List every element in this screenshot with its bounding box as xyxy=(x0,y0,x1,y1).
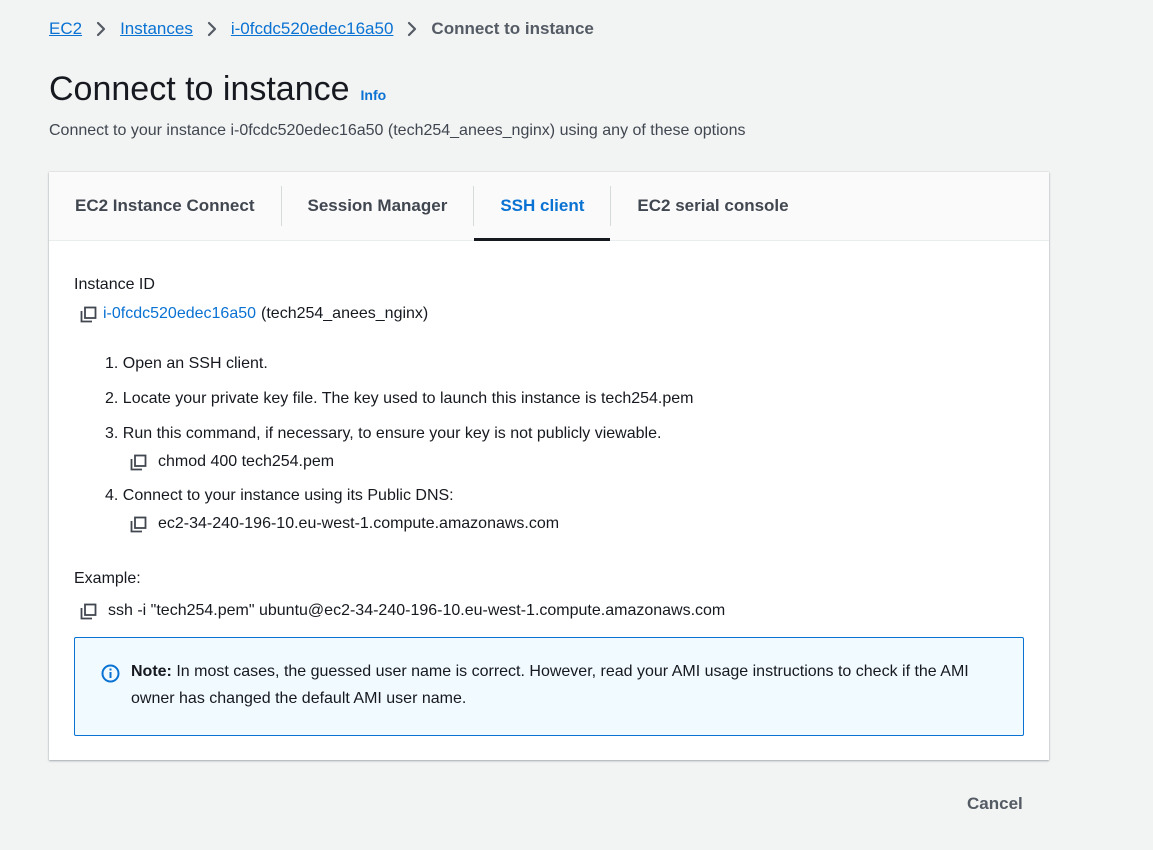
public-dns-row: ec2-34-240-196-10.eu-west-1.compute.amaz… xyxy=(130,515,559,533)
note-text: In most cases, the guessed user name is … xyxy=(131,663,969,707)
tab-ec2-instance-connect[interactable]: EC2 Instance Connect xyxy=(49,172,281,240)
info-circle-icon xyxy=(101,664,120,683)
step-1: 1. Open an SSH client. xyxy=(105,355,268,372)
page-subtitle: Connect to your instance i-0fcdc520edec1… xyxy=(49,122,746,139)
public-dns: ec2-34-240-196-10.eu-west-1.compute.amaz… xyxy=(158,515,560,532)
tab-ssh-client[interactable]: SSH client xyxy=(474,172,611,241)
breadcrumb-ec2[interactable]: EC2 xyxy=(49,19,82,39)
copy-icon[interactable] xyxy=(130,516,147,533)
chmod-command-row: chmod 400 tech254.pem xyxy=(130,453,334,471)
page-title: Connect to instance xyxy=(49,70,350,108)
chmod-command: chmod 400 tech254.pem xyxy=(158,453,335,470)
chevron-right-icon xyxy=(407,21,417,37)
instance-id-label: Instance ID xyxy=(74,276,155,293)
note-bold-label: Note: xyxy=(131,663,172,680)
breadcrumb-instances[interactable]: Instances xyxy=(120,19,193,39)
note-alert: Note: In most cases, the guessed user na… xyxy=(74,637,1024,736)
copy-icon[interactable] xyxy=(130,454,147,471)
step-4: 4. Connect to your instance using its Pu… xyxy=(105,487,454,504)
info-link[interactable]: Info xyxy=(361,87,387,103)
copy-icon[interactable] xyxy=(80,603,97,620)
cancel-button[interactable]: Cancel xyxy=(967,794,1023,814)
example-label: Example: xyxy=(74,570,141,587)
tab-list: EC2 Instance Connect Session Manager SSH… xyxy=(49,172,1049,241)
breadcrumb-current: Connect to instance xyxy=(431,19,594,38)
copy-icon[interactable] xyxy=(80,306,97,323)
instance-id-row: i-0fcdc520edec16a50 (tech254_anees_nginx… xyxy=(80,305,428,323)
chevron-right-icon xyxy=(207,21,217,37)
breadcrumb: EC2 Instances i-0fcdc520edec16a50 Connec… xyxy=(49,18,594,40)
page-header: Connect to instance Info xyxy=(49,70,386,109)
instance-id-link[interactable]: i-0fcdc520edec16a50 xyxy=(103,305,256,323)
tab-session-manager[interactable]: Session Manager xyxy=(282,172,474,240)
step-3: 3. Run this command, if necessary, to en… xyxy=(105,425,662,442)
step-2: 2. Locate your private key file. The key… xyxy=(105,390,694,407)
instance-name: (tech254_anees_nginx) xyxy=(261,305,429,322)
tab-ec2-serial-console[interactable]: EC2 serial console xyxy=(611,172,814,240)
breadcrumb-instance-id[interactable]: i-0fcdc520edec16a50 xyxy=(231,19,394,39)
example-command: ssh -i "tech254.pem" ubuntu@ec2-34-240-1… xyxy=(108,602,726,619)
chevron-right-icon xyxy=(96,21,106,37)
example-command-row: ssh -i "tech254.pem" ubuntu@ec2-34-240-1… xyxy=(80,602,725,620)
connect-panel: EC2 Instance Connect Session Manager SSH… xyxy=(49,172,1049,760)
